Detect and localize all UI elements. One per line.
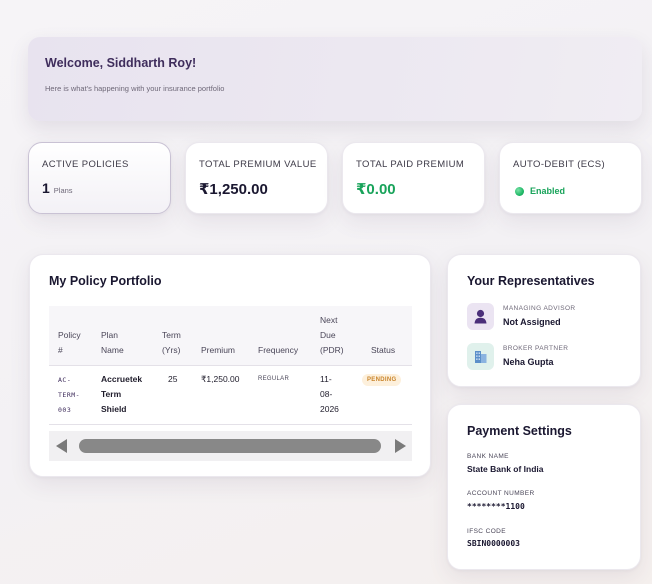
- column-header-term: Term (Yrs): [162, 330, 181, 355]
- ifsc-code-value: SBIN0000003: [467, 539, 520, 548]
- plan-name-cell: Accruetek Term Shield: [101, 374, 143, 414]
- scroll-right-arrow-icon[interactable]: [395, 439, 406, 453]
- rep-name: Not Assigned: [503, 317, 561, 327]
- scroll-left-arrow-icon[interactable]: [56, 439, 67, 453]
- welcome-banner: Welcome, Siddharth Roy! Here is what's h…: [28, 37, 642, 121]
- column-header-plan-name: Plan Name: [101, 330, 124, 355]
- active-policies-unit: Plans: [53, 186, 73, 195]
- status-badge: PENDING: [362, 374, 402, 386]
- next-due-cell: 11- 08- 2026: [320, 374, 339, 414]
- column-header-next-due: Next Due (PDR): [320, 315, 344, 355]
- account-number-value: ********1100: [467, 502, 525, 511]
- rep-role: BROKER PARTNER: [503, 345, 569, 352]
- representatives-card: Your Representatives MANAGING ADVISOR No…: [447, 254, 641, 387]
- stat-card-active-policies[interactable]: ACTIVE POLICIES 1 Plans: [28, 142, 171, 214]
- policy-number-cell[interactable]: AC- TERM- 003: [58, 373, 80, 418]
- stat-value: ₹1,250.00: [199, 181, 268, 198]
- policy-table[interactable]: Policy # Plan Name Term (Yrs) Premium Frequ…: [49, 306, 412, 461]
- active-policies-count: 1: [42, 180, 50, 196]
- payment-settings-card: Payment Settings BANK NAME State Bank of…: [447, 404, 641, 570]
- bank-name-value: State Bank of India: [467, 464, 544, 474]
- stat-label: ACTIVE POLICIES: [42, 159, 129, 170]
- status-dot-icon: [515, 186, 524, 196]
- table-header: Policy # Plan Name Term (Yrs) Premium Frequ…: [49, 306, 412, 366]
- column-header-premium: Premium: [201, 345, 236, 355]
- frequency-cell: REGULAR: [258, 376, 290, 382]
- person-icon: [467, 303, 494, 330]
- ifsc-code-label: IFSC CODE: [467, 528, 506, 535]
- rep-name: Neha Gupta: [503, 357, 554, 367]
- horizontal-scrollbar[interactable]: [49, 431, 412, 461]
- stat-value: ₹0.00: [356, 181, 396, 198]
- stat-label: AUTO-DEBIT (ECS): [513, 159, 606, 170]
- building-icon: [467, 343, 494, 370]
- premium-cell: ₹1,250.00: [201, 374, 240, 384]
- term-cell: 25: [168, 374, 178, 384]
- account-number-label: ACCOUNT NUMBER: [467, 490, 535, 497]
- row-divider: [49, 424, 412, 425]
- policy-portfolio-card: My Policy Portfolio Policy # Plan Name Ter…: [29, 254, 431, 477]
- stat-label: TOTAL PAID PREMIUM: [356, 159, 465, 170]
- stat-card-auto-debit: AUTO-DEBIT (ECS) Enabled: [499, 142, 642, 214]
- stat-card-total-premium: TOTAL PREMIUM VALUE ₹1,250.00: [185, 142, 328, 214]
- auto-debit-status: Enabled: [515, 186, 565, 196]
- stat-value: 1 Plans: [42, 180, 73, 196]
- representatives-title: Your Representatives: [467, 274, 595, 288]
- welcome-subtitle: Here is what's happening with your insur…: [45, 84, 225, 93]
- stat-label: TOTAL PREMIUM VALUE: [199, 159, 317, 170]
- welcome-title: Welcome, Siddharth Roy!: [45, 56, 197, 70]
- scrollbar-thumb[interactable]: [79, 439, 381, 453]
- payment-title: Payment Settings: [467, 424, 572, 438]
- portfolio-title: My Policy Portfolio: [49, 274, 162, 288]
- rep-role: MANAGING ADVISOR: [503, 305, 576, 312]
- bank-name-label: BANK NAME: [467, 453, 509, 460]
- column-header-frequency: Frequency: [258, 345, 299, 355]
- stat-card-total-paid: TOTAL PAID PREMIUM ₹0.00: [342, 142, 485, 214]
- column-header-policy-no: Policy #: [58, 330, 81, 355]
- column-header-status: Status: [371, 345, 396, 355]
- auto-debit-status-text: Enabled: [530, 186, 566, 196]
